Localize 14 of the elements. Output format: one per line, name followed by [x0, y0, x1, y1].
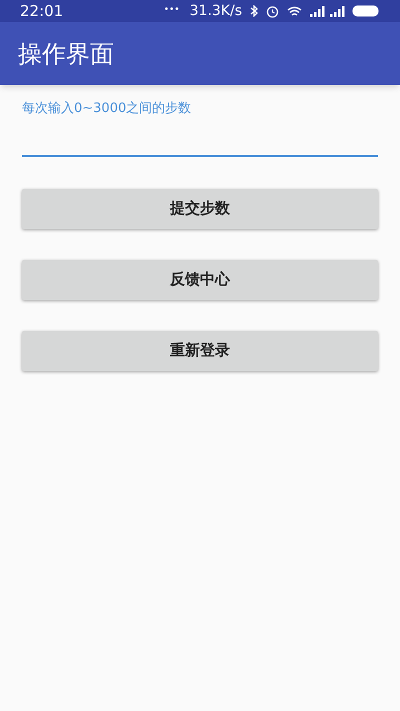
action-button[interactable]: 提交步数 [22, 188, 378, 228]
battery-icon [352, 5, 380, 17]
action-button[interactable]: 反馈中心 [22, 260, 378, 300]
signal-icon [310, 6, 326, 16]
signal-icon [330, 6, 346, 16]
app-title: 操作界面 [18, 38, 114, 70]
bluetooth-icon [250, 5, 258, 17]
action-button[interactable]: 重新登录 [22, 330, 378, 370]
alarm-icon [266, 4, 279, 18]
more-dots: ••• [164, 4, 180, 18]
network-speed: 31.3K/s [190, 4, 242, 18]
field-label: 每次输入0~3000之间的步数 [22, 100, 192, 118]
clock: 22:01 [20, 4, 64, 18]
wifi-icon [287, 6, 302, 16]
